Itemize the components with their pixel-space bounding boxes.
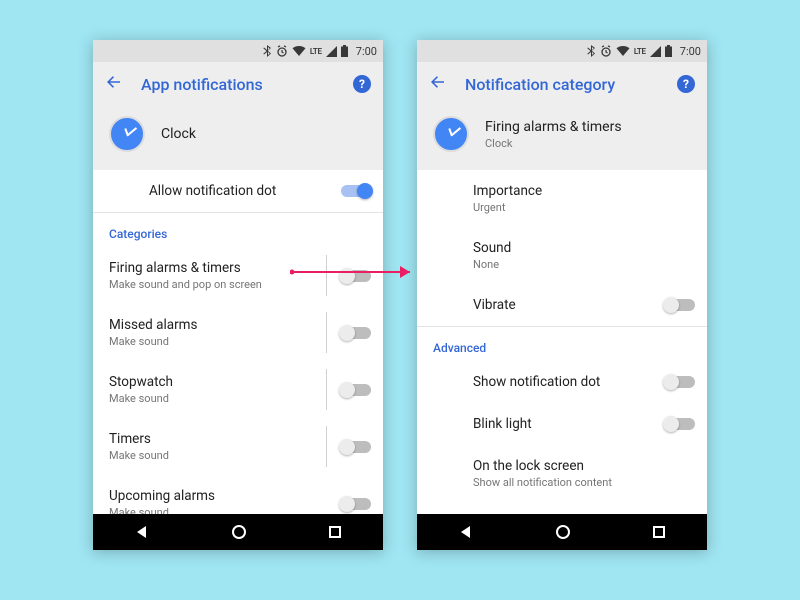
page-title: Notification category: [465, 75, 659, 94]
signal-icon: [326, 46, 337, 57]
lock-label: On the lock screen: [473, 458, 695, 474]
lte-icon: LTE: [310, 47, 322, 56]
nav-home-icon[interactable]: [232, 525, 246, 539]
back-icon[interactable]: [429, 73, 447, 95]
row-firing-alarms[interactable]: Firing alarms & timers Make sound and po…: [93, 247, 383, 304]
toggle-blink[interactable]: [665, 418, 695, 430]
show-dot-label: Show notification dot: [473, 374, 665, 390]
row-sound[interactable]: Sound None: [417, 227, 707, 284]
sound-label: Sound: [473, 240, 695, 256]
row-upcoming-alarms[interactable]: Upcoming alarms Make sound: [93, 475, 383, 514]
category-name: Firing alarms & timers: [485, 119, 622, 135]
allow-dot-label: Allow notification dot: [149, 183, 341, 199]
clock-app-icon: [433, 116, 469, 152]
bluetooth-icon: [263, 45, 272, 57]
toggle-upcoming-alarms[interactable]: [341, 498, 371, 510]
nav-home-icon[interactable]: [556, 525, 570, 539]
phone-notification-category: LTE 7:00 Notification category ? Firing …: [417, 40, 707, 550]
toolbar: App notifications ?: [93, 62, 383, 106]
lte-icon: LTE: [634, 47, 646, 56]
row-allow-dot[interactable]: Allow notification dot: [93, 170, 383, 212]
nav-back-icon[interactable]: [459, 525, 473, 539]
row-blink[interactable]: Blink light: [417, 403, 707, 445]
row-divider: [326, 312, 327, 353]
blink-label: Blink light: [473, 416, 665, 432]
row-lock-screen[interactable]: On the lock screen Show all notification…: [417, 445, 707, 502]
category-app: Clock: [485, 137, 622, 150]
row-label: Missed alarms: [109, 317, 341, 333]
row-label: Timers: [109, 431, 341, 447]
nav-bar: [93, 514, 383, 550]
help-icon[interactable]: ?: [353, 75, 371, 93]
section-categories: Categories: [93, 213, 383, 247]
nav-bar: [417, 514, 707, 550]
category-header: Firing alarms & timers Clock: [417, 106, 707, 170]
lock-value: Show all notification content: [473, 476, 695, 489]
row-sub: Make sound: [109, 449, 341, 462]
row-sub: Make sound: [109, 506, 341, 514]
row-override-dnd[interactable]: Override Do Not Disturb Let these notifi…: [417, 502, 707, 514]
wifi-icon: [292, 46, 306, 57]
alarm-icon: [600, 45, 612, 57]
row-show-dot[interactable]: Show notification dot: [417, 361, 707, 403]
vibrate-label: Vibrate: [473, 297, 665, 313]
row-sub: Make sound: [109, 335, 341, 348]
row-divider: [326, 255, 327, 296]
alarm-icon: [276, 45, 288, 57]
nav-recent-icon[interactable]: [329, 526, 341, 538]
content-scroll: Importance Urgent Sound None Vibrate Adv…: [417, 170, 707, 514]
app-name: Clock: [161, 126, 196, 142]
row-vibrate[interactable]: Vibrate: [417, 284, 707, 326]
row-label: Upcoming alarms: [109, 488, 341, 504]
sound-value: None: [473, 258, 695, 271]
page-title: App notifications: [141, 75, 335, 94]
status-bar: LTE 7:00: [93, 40, 383, 62]
battery-icon: [665, 45, 672, 57]
status-clock: 7:00: [680, 45, 701, 58]
row-missed-alarms[interactable]: Missed alarms Make sound: [93, 304, 383, 361]
app-header[interactable]: Clock: [93, 106, 383, 170]
row-importance[interactable]: Importance Urgent: [417, 170, 707, 227]
signal-icon: [650, 46, 661, 57]
bluetooth-icon: [587, 45, 596, 57]
toggle-firing-alarms[interactable]: [341, 270, 371, 282]
clock-app-icon: [109, 116, 145, 152]
help-icon[interactable]: ?: [677, 75, 695, 93]
toggle-vibrate[interactable]: [665, 299, 695, 311]
row-timers[interactable]: Timers Make sound: [93, 418, 383, 475]
importance-value: Urgent: [473, 201, 695, 214]
row-divider: [326, 369, 327, 410]
row-label: Firing alarms & timers: [109, 260, 341, 276]
toolbar: Notification category ?: [417, 62, 707, 106]
section-advanced: Advanced: [417, 327, 707, 361]
nav-back-icon[interactable]: [135, 525, 149, 539]
toggle-missed-alarms[interactable]: [341, 327, 371, 339]
row-divider: [326, 426, 327, 467]
battery-icon: [341, 45, 348, 57]
row-label: Stopwatch: [109, 374, 341, 390]
toggle-show-dot[interactable]: [665, 376, 695, 388]
toggle-timers[interactable]: [341, 441, 371, 453]
toggle-allow-dot[interactable]: [341, 185, 371, 197]
row-stopwatch[interactable]: Stopwatch Make sound: [93, 361, 383, 418]
back-icon[interactable]: [105, 73, 123, 95]
content-scroll: Allow notification dot Categories Firing…: [93, 170, 383, 514]
phone-app-notifications: LTE 7:00 App notifications ? Clock Allow…: [93, 40, 383, 550]
row-sub: Make sound and pop on screen: [109, 278, 341, 291]
status-clock: 7:00: [356, 45, 377, 58]
wifi-icon: [616, 46, 630, 57]
importance-label: Importance: [473, 183, 695, 199]
row-sub: Make sound: [109, 392, 341, 405]
status-bar: LTE 7:00: [417, 40, 707, 62]
toggle-stopwatch[interactable]: [341, 384, 371, 396]
nav-recent-icon[interactable]: [653, 526, 665, 538]
